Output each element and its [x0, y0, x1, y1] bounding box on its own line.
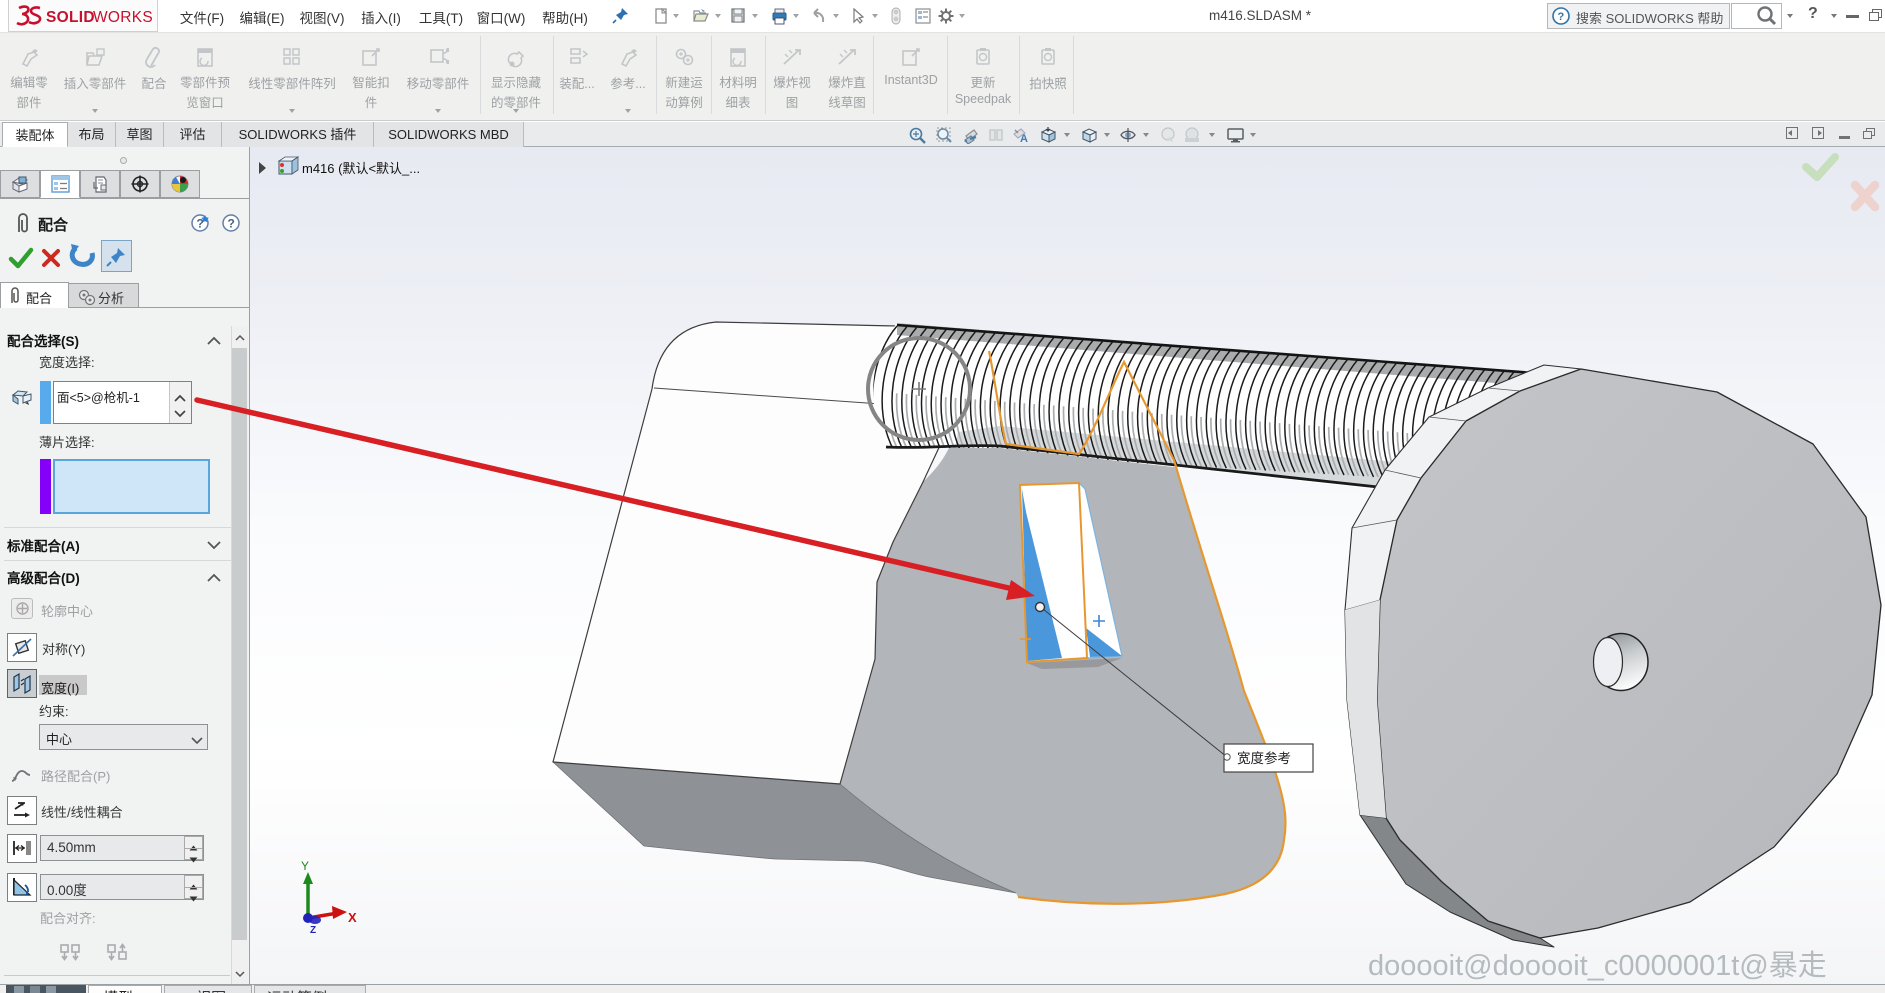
svg-text:Z: Z — [310, 925, 316, 936]
svg-text:宽度参考: 宽度参考 — [1237, 750, 1291, 766]
svg-text:m416 (默认<默认_...: m416 (默认<默认_... — [302, 161, 420, 176]
svg-text:X: X — [348, 910, 357, 925]
svg-text:dooooit@dooooit_c0000001t@暴走: dooooit@dooooit_c0000001t@暴走 — [1368, 950, 1827, 982]
svg-text:Y: Y — [301, 859, 309, 873]
